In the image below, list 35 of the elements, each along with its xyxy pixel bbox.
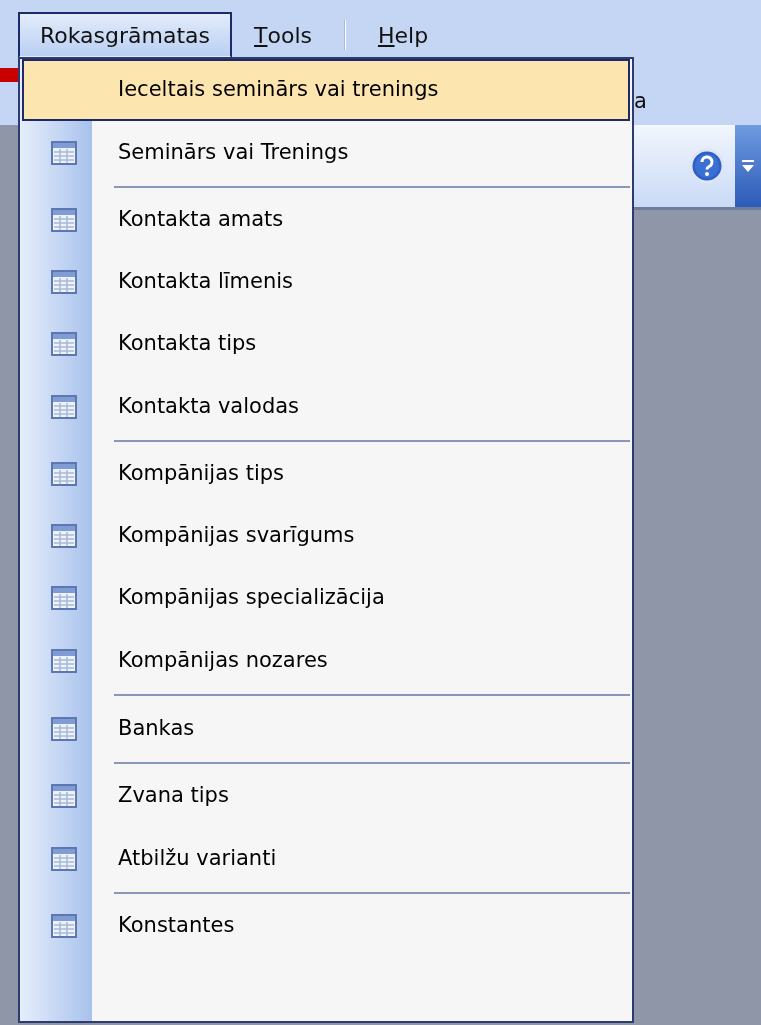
overflow-icon — [741, 158, 755, 174]
table-icon — [51, 524, 77, 548]
menu-item[interactable]: Help — [356, 12, 451, 58]
table-icon — [51, 462, 77, 486]
menu-item[interactable]: Konstantes — [22, 895, 630, 957]
table-icon — [51, 270, 77, 294]
menu-item[interactable]: Kompānijas nozares — [22, 629, 630, 697]
menu-item[interactable]: Seminārs vai Trenings — [22, 121, 630, 189]
toolbar-options-button[interactable] — [735, 125, 761, 207]
menu-item[interactable]: Tools — [232, 12, 334, 58]
table-icon — [51, 332, 77, 356]
table-icon — [51, 394, 77, 419]
menu-item[interactable]: Kompānijas specializācija — [22, 567, 630, 629]
table-icon — [51, 208, 77, 232]
table-icon — [51, 716, 77, 741]
help-icon[interactable] — [689, 148, 725, 184]
table-icon — [51, 586, 77, 610]
menu-item[interactable]: Zvana tips — [22, 765, 630, 827]
menu-item[interactable]: Kontakta valodas — [22, 375, 630, 443]
menu-item[interactable]: Rokasgrāmatas — [18, 12, 233, 58]
background-text: a — [634, 88, 647, 115]
menu-item[interactable]: Kontakta līmenis — [22, 251, 630, 313]
menu-item[interactable]: Kompānijas svarīgums — [22, 505, 630, 567]
table-icon — [51, 914, 77, 938]
table-icon — [51, 784, 77, 808]
marker-bar — [0, 68, 20, 82]
menu-item[interactable]: Kontakta amats — [22, 189, 630, 251]
table-icon — [51, 648, 77, 673]
table-icon — [51, 846, 77, 871]
menu-item[interactable]: Atbilžu varianti — [22, 827, 630, 895]
menu-item[interactable]: Ieceltais seminārs vai trenings — [22, 59, 630, 121]
menu-item[interactable]: Kontakta tips — [22, 313, 630, 375]
menu-item[interactable]: Kompānijas tips — [22, 443, 630, 505]
table-icon — [51, 140, 77, 165]
menu-item[interactable]: Bankas — [22, 697, 630, 765]
